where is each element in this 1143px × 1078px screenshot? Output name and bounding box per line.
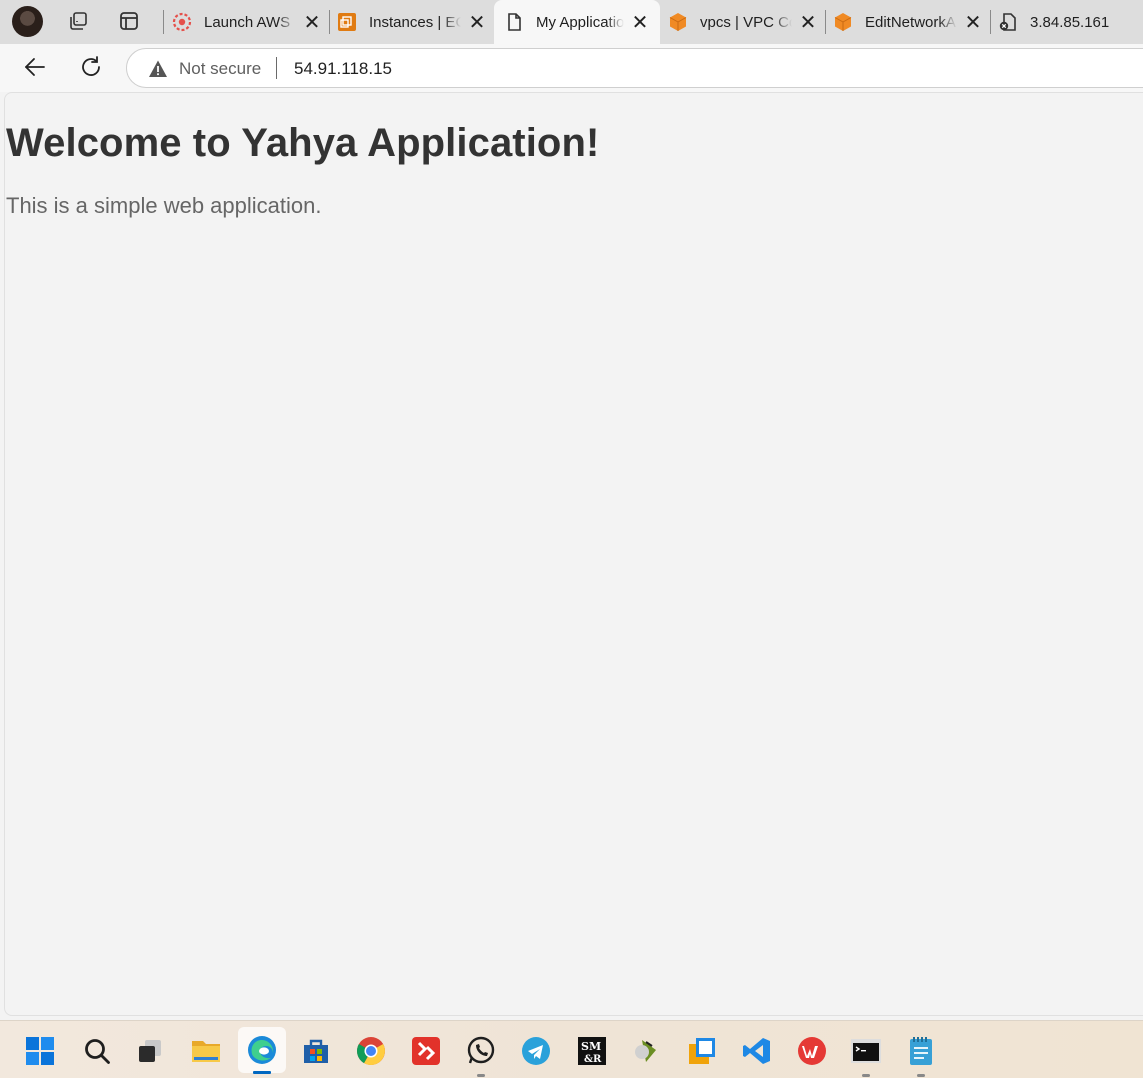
- vpc-cube-icon: [833, 12, 853, 32]
- aws-training-icon: [172, 12, 192, 32]
- search-icon: [85, 1039, 110, 1064]
- app-red-icon: [412, 1037, 440, 1065]
- tab-title: vpcs | VPC Co: [700, 13, 792, 31]
- taskbar-telegram[interactable]: [516, 1031, 556, 1071]
- warning-triangle-icon[interactable]: [148, 59, 168, 79]
- tab-launch-aws[interactable]: Launch AWS ✕: [172, 4, 322, 40]
- page-viewport: Welcome to Yahya Application! This is a …: [4, 92, 1143, 1016]
- svg-text:SM: SM: [581, 1040, 601, 1053]
- wps-office-icon: [798, 1037, 826, 1065]
- url-text[interactable]: 54.91.118.15: [294, 59, 392, 79]
- chrome-icon: [357, 1037, 385, 1065]
- address-bar[interactable]: Not secure 54.91.118.15: [126, 48, 1143, 88]
- page-paragraph: This is a simple web application.: [6, 193, 322, 218]
- security-status-label[interactable]: Not secure: [179, 59, 261, 79]
- taskbar-red-app[interactable]: [406, 1031, 446, 1071]
- close-icon[interactable]: ✕: [467, 12, 487, 34]
- close-icon[interactable]: ✕: [630, 12, 650, 34]
- tab-strip: Launch AWS ✕ Instances | EC ✕ My Applica…: [0, 0, 1143, 44]
- vscode-icon: [743, 1038, 770, 1064]
- whatsapp-icon: [467, 1036, 495, 1064]
- tab-instances-ec2[interactable]: Instances | EC ✕: [337, 4, 487, 40]
- vertical-tabs-icon[interactable]: [118, 10, 140, 32]
- profile-avatar[interactable]: [12, 6, 43, 37]
- broken-page-icon: [998, 12, 1018, 32]
- taskbar-mobaxterm[interactable]: [627, 1031, 667, 1071]
- taskbar-search[interactable]: [77, 1031, 117, 1071]
- tab-separator: [825, 10, 826, 34]
- running-indicator: [917, 1074, 925, 1077]
- browser-toolbar: Not secure 54.91.118.15: [0, 44, 1143, 92]
- taskbar-wps-office[interactable]: [792, 1031, 832, 1071]
- ec2-icon: [337, 12, 357, 32]
- taskbar-store[interactable]: [296, 1031, 336, 1071]
- mobaxterm-icon: [635, 1040, 656, 1062]
- tab-separator: [163, 10, 164, 34]
- page-icon: [504, 12, 524, 32]
- windows-taskbar: SM &R: [0, 1020, 1143, 1078]
- taskbar-task-view[interactable]: [130, 1031, 170, 1071]
- running-indicator: [477, 1074, 485, 1077]
- svg-text:&R: &R: [584, 1054, 602, 1065]
- reload-icon[interactable]: [78, 54, 104, 80]
- tab-3-84-85-161[interactable]: 3.84.85.161: [998, 4, 1143, 40]
- close-icon[interactable]: ✕: [798, 12, 818, 34]
- notepad-icon: [910, 1037, 932, 1065]
- file-explorer-icon: [192, 1041, 220, 1062]
- close-icon[interactable]: ✕: [963, 12, 983, 34]
- taskbar-chrome[interactable]: [351, 1031, 391, 1071]
- tab-vpcs[interactable]: vpcs | VPC Co ✕: [668, 4, 818, 40]
- tab-title: Launch AWS: [204, 13, 291, 31]
- tab-title: EditNetworkA: [865, 13, 956, 31]
- taskbar-edge[interactable]: [238, 1027, 286, 1074]
- taskbar-smr[interactable]: SM &R: [572, 1031, 612, 1071]
- taskbar-whatsapp[interactable]: [461, 1031, 501, 1077]
- start-icon: [26, 1037, 54, 1065]
- microsoft-store-icon: [304, 1039, 328, 1063]
- back-arrow-icon[interactable]: [22, 54, 48, 80]
- taskbar-terminal[interactable]: [846, 1031, 886, 1077]
- terminal-icon: [851, 1039, 881, 1063]
- tab-separator: [990, 10, 991, 34]
- tab-separator: [329, 10, 330, 34]
- workspaces-icon[interactable]: [67, 10, 89, 32]
- smr-icon: SM&R: [578, 1037, 606, 1065]
- running-indicator: [862, 1074, 870, 1077]
- page-heading: Welcome to Yahya Application!: [6, 121, 600, 165]
- taskbar-notepad[interactable]: [901, 1031, 941, 1077]
- start-button[interactable]: [20, 1031, 60, 1071]
- tab-my-application[interactable]: My Applicatio ✕: [494, 0, 660, 44]
- vpc-cube-icon: [668, 12, 688, 32]
- taskbar-file-explorer[interactable]: [186, 1031, 226, 1071]
- taskbar-vscode[interactable]: [737, 1031, 777, 1071]
- tab-edit-network[interactable]: EditNetworkA ✕: [833, 4, 983, 40]
- address-separator: [276, 57, 277, 79]
- close-icon[interactable]: ✕: [302, 12, 322, 34]
- tab-title: Instances | EC: [369, 13, 461, 31]
- tab-title: 3.84.85.161: [1030, 13, 1110, 31]
- running-indicator: [253, 1071, 271, 1074]
- edge-icon: [248, 1036, 276, 1064]
- virtualbox-icon: [689, 1038, 715, 1064]
- taskbar-virtualbox[interactable]: [682, 1031, 722, 1071]
- tab-title: My Applicatio: [536, 13, 624, 31]
- telegram-icon: [522, 1037, 550, 1065]
- task-view-icon: [139, 1040, 161, 1062]
